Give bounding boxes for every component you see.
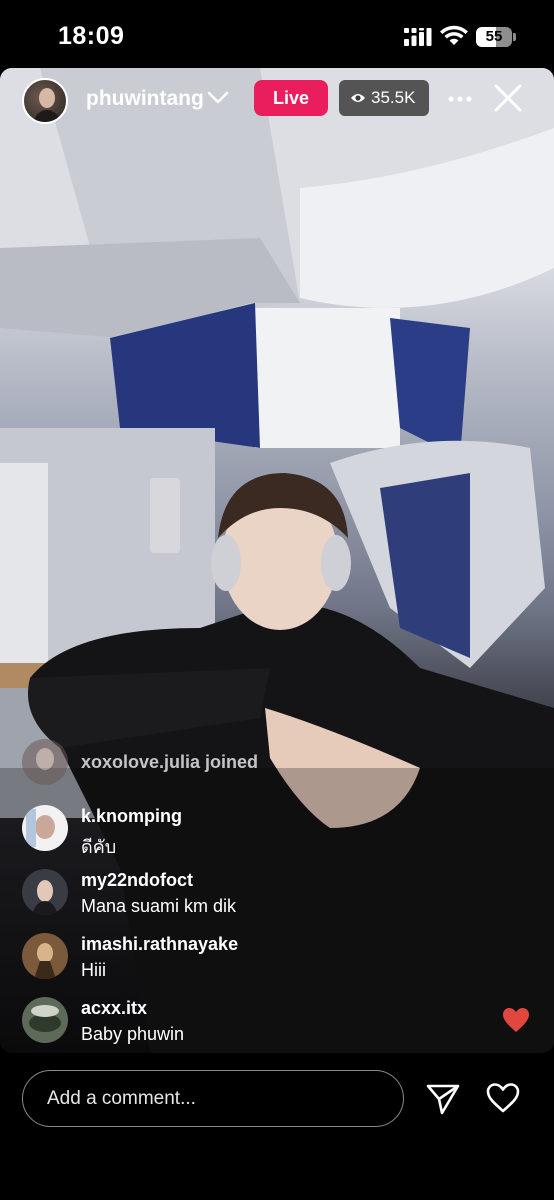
host-avatar[interactable] bbox=[22, 78, 68, 124]
live-badge: Live bbox=[254, 80, 328, 116]
comment-composer-bar bbox=[0, 1053, 554, 1200]
comment-text: Hiii bbox=[81, 960, 106, 980]
comment-input[interactable] bbox=[22, 1070, 404, 1127]
comment-item: k.knomping ดีคับ bbox=[22, 801, 502, 861]
live-header: phuwintang Live 35.5K bbox=[0, 68, 554, 132]
comment-item: acxx.itx Baby phuwin bbox=[22, 993, 502, 1053]
comment-text: Mana suami km dik bbox=[81, 896, 237, 916]
send-icon[interactable] bbox=[426, 1083, 460, 1115]
chevron-down-icon[interactable] bbox=[206, 90, 230, 106]
comment-text: ดีคับ bbox=[81, 837, 117, 857]
more-icon[interactable] bbox=[448, 96, 472, 102]
comment-text: Baby phuwin bbox=[81, 1024, 185, 1044]
battery-icon: 55 bbox=[476, 27, 516, 47]
like-icon[interactable] bbox=[486, 1083, 520, 1113]
commenter-avatar[interactable] bbox=[22, 933, 68, 979]
commenter-avatar[interactable] bbox=[22, 997, 68, 1043]
battery-level: 55 bbox=[485, 28, 503, 45]
comment-feed: xoxolove.julia joined k.knomping ดีคับ m… bbox=[0, 735, 554, 1055]
comment-item: my22ndofoct Mana suami km dik bbox=[22, 865, 502, 925]
heart-icon bbox=[503, 1008, 529, 1032]
commenter-username[interactable]: acxx.itx bbox=[81, 998, 147, 1019]
comment-item: imashi.rathnayake Hiii bbox=[22, 929, 502, 989]
host-username[interactable]: phuwintang bbox=[86, 87, 204, 111]
status-time: 18:09 bbox=[58, 22, 125, 50]
commenter-username[interactable]: my22ndofoct bbox=[81, 870, 193, 891]
commenter-avatar[interactable] bbox=[22, 805, 68, 851]
viewer-count: 35.5K bbox=[371, 88, 416, 107]
status-bar: 18:09 55 bbox=[0, 0, 554, 70]
eye-icon bbox=[351, 94, 365, 102]
signal-icon bbox=[404, 28, 432, 46]
commenter-avatar[interactable] bbox=[22, 739, 68, 785]
wifi-icon bbox=[440, 25, 468, 45]
commenter-username[interactable]: xoxolove.julia joined bbox=[81, 752, 258, 773]
commenter-username[interactable]: k.knomping bbox=[81, 806, 182, 827]
comment-item-joined: xoxolove.julia joined bbox=[22, 735, 502, 795]
commenter-avatar[interactable] bbox=[22, 869, 68, 915]
commenter-username[interactable]: imashi.rathnayake bbox=[81, 934, 238, 955]
viewer-count-badge[interactable]: 35.5K bbox=[339, 80, 429, 116]
close-icon[interactable] bbox=[494, 84, 522, 112]
